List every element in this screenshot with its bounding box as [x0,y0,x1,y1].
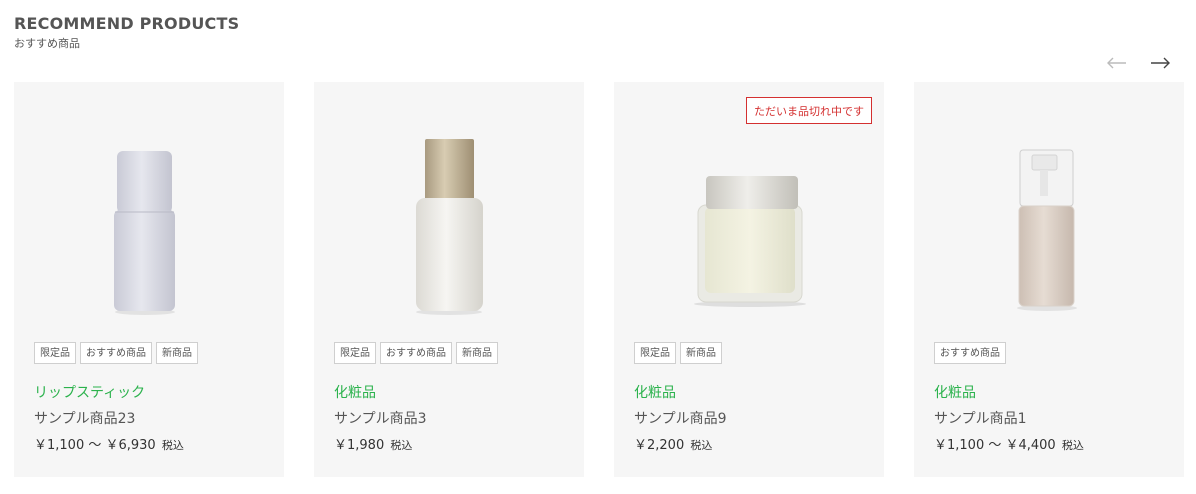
carousel-next-button[interactable] [1148,52,1172,74]
product-name[interactable]: サンプル商品3 [334,408,427,428]
section-title: RECOMMEND PRODUCTS [14,14,240,33]
tag-list: 限定品 新商品 [634,342,722,364]
tax-label: 税込 [1061,439,1084,452]
product-image[interactable]: ただいま品切れ中です [614,82,884,332]
tag-list: おすすめ商品 [934,342,1006,364]
tag-list: 限定品 おすすめ商品 新商品 [334,342,498,364]
pump-bottle-image [1017,149,1077,311]
price-value: ￥1,980 [334,438,385,453]
white-bottle-gold-cap-image [416,139,483,315]
carousel-prev-button[interactable] [1105,52,1129,74]
tag-badge: おすすめ商品 [80,342,152,364]
product-category[interactable]: 化粧品 [634,382,676,402]
soldout-badge: ただいま品切れ中です [746,97,872,124]
product-name[interactable]: サンプル商品1 [934,408,1027,428]
product-card[interactable]: 限定品 おすすめ商品 新商品 リップスティック サンプル商品23 ￥1,100 … [14,82,284,477]
price-value: ￥2,200 [634,438,685,453]
product-image[interactable] [314,82,584,332]
product-card[interactable]: おすすめ商品 化粧品 サンプル商品1 ￥1,100 〜 ￥4,400 税込 [914,82,1184,477]
tag-badge: 限定品 [334,342,376,364]
tag-badge: 新商品 [456,342,498,364]
tax-label: 税込 [161,439,184,452]
product-card[interactable]: 限定品 おすすめ商品 新商品 化粧品 サンプル商品3 ￥1,980 税込 [314,82,584,477]
tax-label: 税込 [690,439,713,452]
arrow-left-icon [1107,57,1126,69]
tax-label: 税込 [390,439,413,452]
tag-badge: 限定品 [634,342,676,364]
tag-badge: おすすめ商品 [380,342,452,364]
product-card[interactable]: ただいま品切れ中です 限定品 新商品 化粧品 サンプル商品9 ￥2,200 税込 [614,82,884,477]
product-category[interactable]: 化粧品 [934,382,976,402]
tag-badge: 限定品 [34,342,76,364]
product-price: ￥2,200 税込 [634,434,712,453]
product-image[interactable] [914,82,1184,332]
product-carousel: 限定品 おすすめ商品 新商品 リップスティック サンプル商品23 ￥1,100 … [14,82,1196,477]
section-subtitle: おすすめ商品 [14,37,80,50]
price-value: ￥1,100 〜 ￥6,930 [34,438,156,453]
product-name[interactable]: サンプル商品9 [634,408,727,428]
lavender-bottle-image [114,151,175,315]
product-price: ￥1,100 〜 ￥4,400 税込 [934,434,1084,453]
tag-badge: 新商品 [156,342,198,364]
product-image[interactable] [14,82,284,332]
tag-badge: おすすめ商品 [934,342,1006,364]
product-price: ￥1,980 税込 [334,434,412,453]
price-value: ￥1,100 〜 ￥4,400 [934,438,1056,453]
product-category[interactable]: リップスティック [34,382,145,402]
arrow-right-icon [1151,57,1170,69]
product-name[interactable]: サンプル商品23 [34,408,135,428]
product-category[interactable]: 化粧品 [334,382,376,402]
tag-list: 限定品 おすすめ商品 新商品 [34,342,198,364]
tag-badge: 新商品 [680,342,722,364]
product-price: ￥1,100 〜 ￥6,930 税込 [34,434,184,453]
